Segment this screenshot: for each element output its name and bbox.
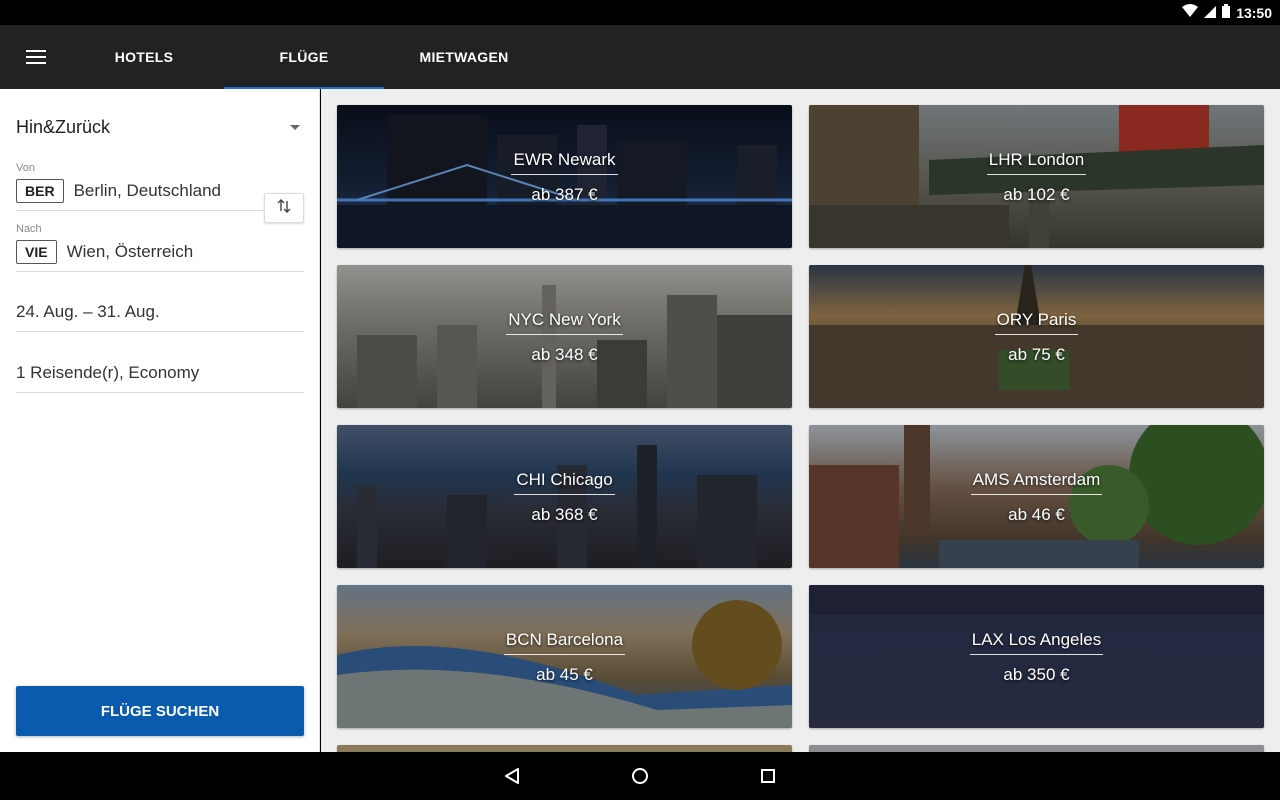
app-bar: HOTELS FLÜGE MIETWAGEN bbox=[0, 25, 1280, 89]
destination-price: ab 102 € bbox=[1003, 185, 1070, 204]
tab-mietwagen[interactable]: MIETWAGEN bbox=[384, 25, 544, 89]
destination-card-los-angeles[interactable]: LAX Los Angeles ab 350 € bbox=[809, 585, 1264, 728]
destination-card-chicago[interactable]: CHI Chicago ab 368 € bbox=[337, 425, 792, 568]
destination-price: ab 45 € bbox=[536, 665, 593, 684]
search-flights-button[interactable]: FLÜGE SUCHEN bbox=[16, 686, 304, 736]
recents-square-icon[interactable] bbox=[748, 762, 788, 790]
destination-card-new-york[interactable]: NYC New York ab 348 € bbox=[337, 265, 792, 408]
to-name: Wien, Österreich bbox=[66, 241, 194, 261]
destination-price: ab 368 € bbox=[531, 505, 598, 524]
destination-title: AMS Amsterdam bbox=[970, 470, 1103, 495]
destination-title: LAX Los Angeles bbox=[969, 630, 1104, 655]
from-name: Berlin, Deutschland bbox=[73, 180, 221, 200]
swap-vertical-icon bbox=[277, 198, 291, 218]
from-code: BER bbox=[16, 178, 64, 203]
to-field[interactable]: VIE Wien, Österreich bbox=[16, 238, 304, 272]
destination-title: NYC New York bbox=[506, 310, 623, 335]
destination-price: ab 350 € bbox=[1003, 665, 1070, 684]
battery-icon bbox=[1222, 4, 1231, 21]
destination-title: ORY Paris bbox=[994, 310, 1079, 335]
status-time: 13:50 bbox=[1236, 4, 1272, 21]
destination-card-paris[interactable]: ORY Paris ab 75 € bbox=[809, 265, 1264, 408]
destination-card-partial[interactable] bbox=[809, 745, 1264, 752]
system-nav-bar bbox=[0, 752, 1280, 800]
tab-hotels[interactable]: HOTELS bbox=[64, 25, 224, 89]
destination-card-london[interactable]: LHR London ab 102 € bbox=[809, 105, 1264, 248]
chevron-down-icon bbox=[290, 124, 300, 130]
wifi-icon bbox=[1182, 4, 1199, 21]
destination-card-barcelona[interactable]: BCN Barcelona ab 45 € bbox=[337, 585, 792, 728]
destination-title: LHR London bbox=[986, 150, 1087, 175]
travelers-field[interactable]: 1 Reisende(r), Economy bbox=[16, 353, 304, 393]
destination-title: EWR Newark bbox=[511, 150, 618, 175]
destination-price: ab 387 € bbox=[531, 185, 598, 204]
destination-card-partial[interactable] bbox=[337, 745, 792, 752]
hamburger-menu-icon[interactable] bbox=[14, 45, 58, 69]
destination-title: BCN Barcelona bbox=[503, 630, 626, 655]
signal-icon bbox=[1204, 5, 1217, 21]
back-triangle-icon[interactable] bbox=[492, 762, 532, 790]
destination-card-newark[interactable]: EWR Newark ab 387 € bbox=[337, 105, 792, 248]
destination-title: CHI Chicago bbox=[514, 470, 615, 495]
destination-price: ab 348 € bbox=[531, 345, 598, 364]
status-bar: 13:50 bbox=[0, 0, 1280, 25]
from-field[interactable]: BER Berlin, Deutschland bbox=[16, 177, 304, 211]
destination-card-amsterdam[interactable]: AMS Amsterdam ab 46 € bbox=[809, 425, 1264, 568]
from-label: Von bbox=[16, 162, 35, 174]
dates-field[interactable]: 24. Aug. – 31. Aug. bbox=[16, 292, 304, 332]
to-code: VIE bbox=[16, 239, 57, 264]
tab-fluege[interactable]: FLÜGE bbox=[224, 25, 384, 89]
destination-price: ab 46 € bbox=[1008, 505, 1065, 524]
swap-airports-button[interactable] bbox=[264, 193, 304, 223]
trip-type-select[interactable]: Hin&Zurück bbox=[16, 113, 304, 141]
home-circle-icon[interactable] bbox=[620, 762, 660, 790]
to-label: Nach bbox=[16, 223, 42, 235]
trip-type-value: Hin&Zurück bbox=[16, 116, 111, 137]
destinations-grid: EWR Newark ab 387 € LHR London ab 102 € … bbox=[321, 89, 1280, 752]
destination-price: ab 75 € bbox=[1008, 345, 1065, 364]
flight-search-form: Hin&Zurück Von BER Berlin, Deutschland N… bbox=[0, 89, 320, 752]
